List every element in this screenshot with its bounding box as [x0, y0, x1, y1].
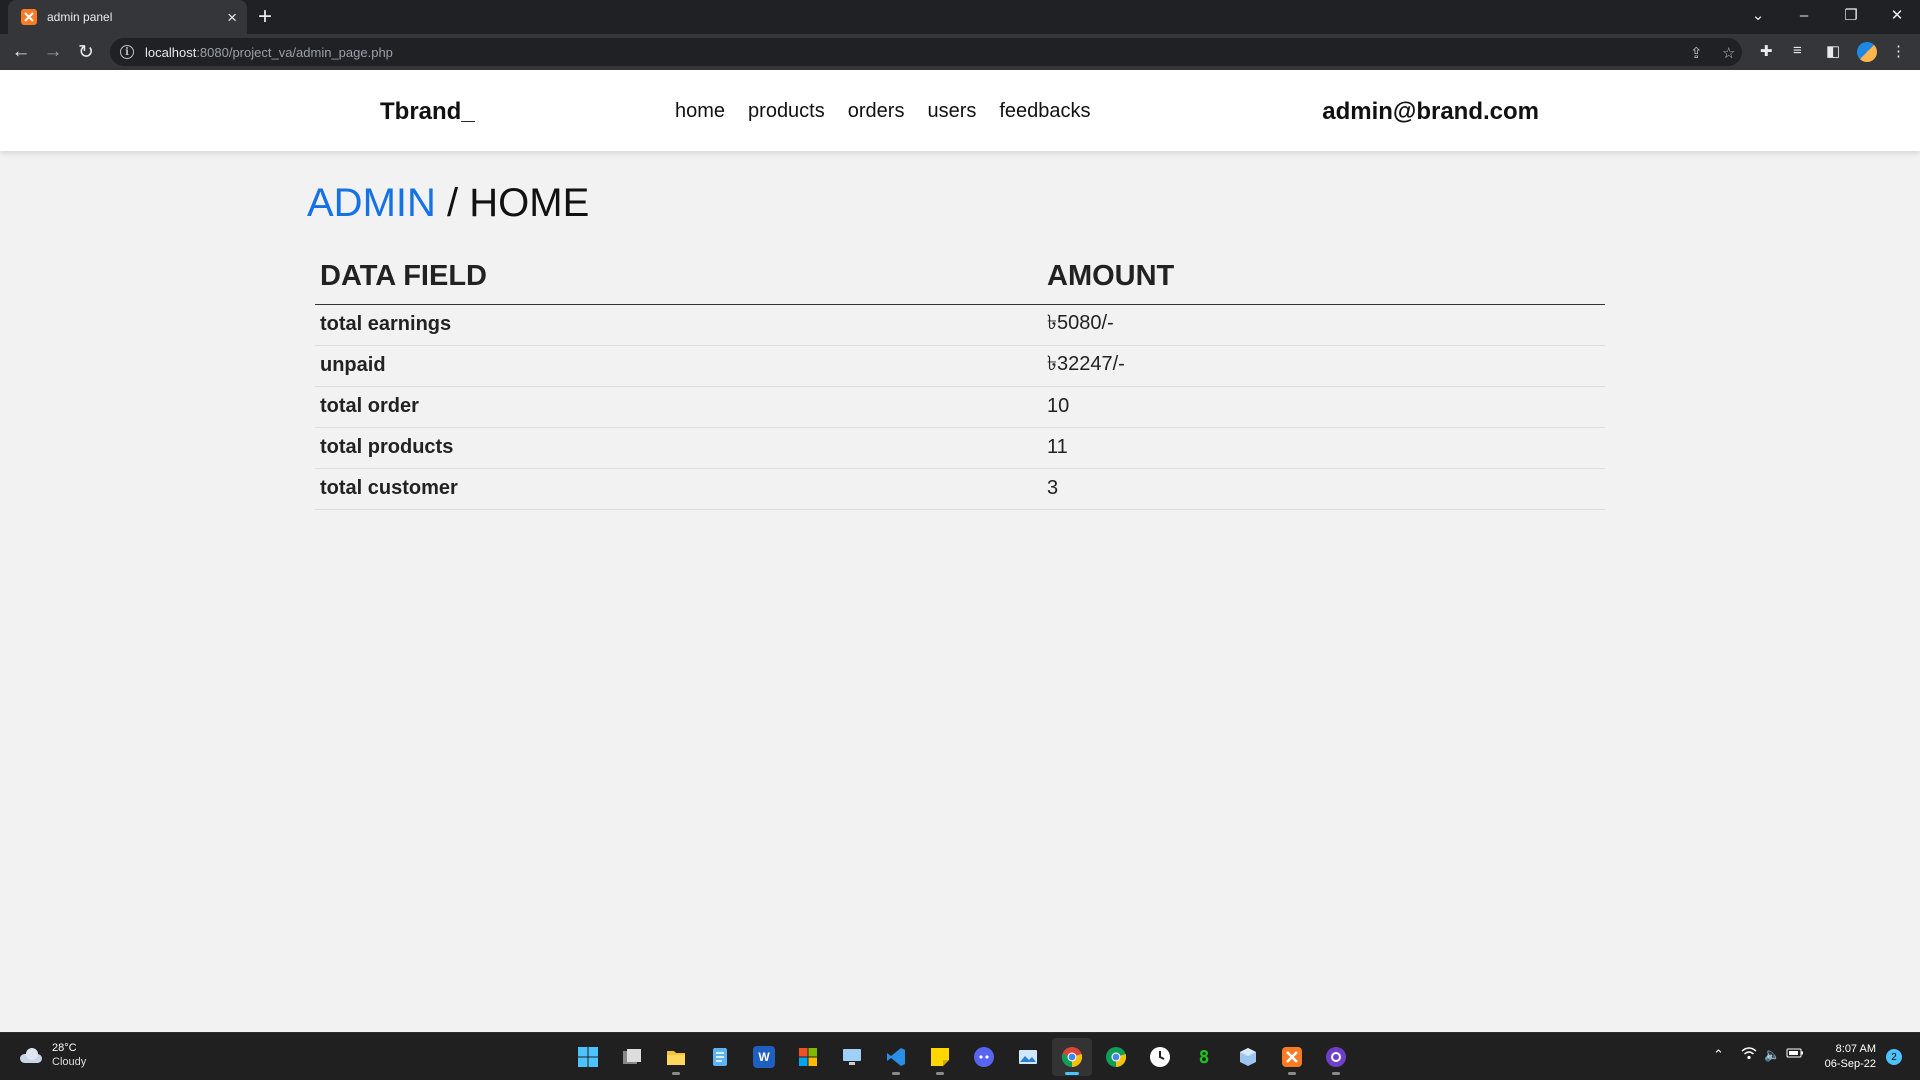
row-amount: ৳5080/-: [1042, 304, 1605, 346]
table-row: total earnings ৳5080/-: [315, 304, 1605, 346]
close-tab-icon[interactable]: ×: [227, 9, 237, 26]
nav-feedbacks[interactable]: feedbacks: [999, 100, 1090, 123]
photos-icon[interactable]: [1008, 1038, 1048, 1076]
address-bar[interactable]: i localhost:8080/project_va/admin_page.p…: [110, 38, 1742, 66]
weather-desc: Cloudy: [52, 1056, 87, 1068]
xampp-favicon-icon: [21, 9, 37, 25]
tab-title: admin panel: [47, 10, 113, 24]
brand-logo[interactable]: Tbrand_: [380, 98, 475, 126]
back-icon[interactable]: ←: [6, 34, 36, 70]
row-field: total earnings: [315, 304, 1042, 346]
media-control-icon[interactable]: ≡: [1793, 42, 1802, 59]
system-clock[interactable]: 8:07 AM 06-Sep-22: [1806, 1042, 1876, 1072]
admin-email[interactable]: admin@brand.com: [1322, 98, 1539, 126]
forward-icon[interactable]: →: [38, 34, 68, 70]
vscode-icon[interactable]: [876, 1038, 916, 1076]
site-info-icon[interactable]: i: [120, 45, 134, 59]
breadcrumb-admin: ADMIN: [307, 181, 436, 225]
sticky-notes-icon[interactable]: [920, 1038, 960, 1076]
breadcrumb-home: HOME: [469, 181, 590, 225]
notification-badge[interactable]: 2: [1886, 1049, 1902, 1065]
clock-icon[interactable]: [1140, 1038, 1180, 1076]
extensions-icon[interactable]: ✚: [1760, 42, 1773, 60]
url-text[interactable]: localhost:8080/project_va/admin_page.php: [145, 45, 393, 60]
row-field: total products: [315, 427, 1042, 469]
taskbar-apps: W 8: [568, 1038, 1356, 1076]
virtualbox-icon[interactable]: [1228, 1038, 1268, 1076]
row-amount: 3: [1042, 468, 1605, 510]
column-header-data-field: DATA FIELD: [315, 252, 1042, 305]
browser-tabstrip: admin panel × + ⌄ – ❐ ✕: [0, 0, 1920, 34]
stats-table: DATA FIELD AMOUNT total earnings ৳5080/-…: [315, 252, 1605, 510]
share-icon[interactable]: ⇪: [1690, 44, 1703, 62]
row-field: total order: [315, 386, 1042, 428]
task-view-icon[interactable]: [612, 1038, 652, 1076]
row-amount: 10: [1042, 386, 1605, 428]
row-amount: 11: [1042, 427, 1605, 469]
clock-time: 8:07 AM: [1835, 1043, 1876, 1055]
row-amount: ৳32247/-: [1042, 345, 1605, 387]
cloud-icon: [18, 1047, 44, 1063]
table-row: total products 11: [315, 427, 1605, 469]
tab-admin-panel[interactable]: admin panel ×: [8, 0, 247, 34]
page-title: ADMIN / HOME: [307, 181, 589, 226]
tab-search-icon[interactable]: ⌄: [1736, 0, 1780, 30]
remote-desktop-icon[interactable]: [832, 1038, 872, 1076]
nav-orders[interactable]: orders: [848, 100, 905, 123]
menu-kebab-icon[interactable]: ⋮: [1891, 42, 1906, 60]
microsoft-store-icon[interactable]: [788, 1038, 828, 1076]
windows-start-icon[interactable]: [568, 1038, 608, 1076]
weather-widget[interactable]: 28°C Cloudy: [18, 1041, 86, 1069]
browser-toolbar: ← → ↻ i localhost:8080/project_va/admin_…: [0, 34, 1920, 70]
table-row: total order 10: [315, 386, 1605, 428]
reload-icon[interactable]: ↻: [71, 34, 101, 70]
discord-icon[interactable]: [964, 1038, 1004, 1076]
main-nav: home products orders users feedbacks: [675, 100, 1091, 123]
nav-products[interactable]: products: [748, 100, 825, 123]
new-tab-icon[interactable]: +: [258, 3, 272, 31]
restore-icon[interactable]: ❐: [1829, 0, 1873, 30]
word-icon[interactable]: W: [744, 1038, 784, 1076]
row-field: unpaid: [315, 345, 1042, 387]
wifi-icon[interactable]: [1741, 1047, 1757, 1063]
xampp-icon[interactable]: [1272, 1038, 1312, 1076]
column-header-amount: AMOUNT: [1042, 252, 1605, 305]
clock-date: 06-Sep-22: [1824, 1058, 1876, 1070]
row-field: total customer: [315, 468, 1042, 510]
windows-taskbar: 28°C Cloudy W 8 ⌃ 🔈 8:07 AM 06-Sep-22 2: [0, 1032, 1920, 1080]
volume-icon[interactable]: 🔈: [1764, 1047, 1780, 1063]
chrome-alt-icon[interactable]: [1096, 1038, 1136, 1076]
close-window-icon[interactable]: ✕: [1875, 0, 1919, 30]
terminal-icon[interactable]: 8: [1184, 1038, 1224, 1076]
nav-home[interactable]: home: [675, 100, 725, 123]
weather-temp: 28°C: [52, 1042, 77, 1054]
breadcrumb-separator: /: [447, 181, 459, 225]
profile-avatar[interactable]: [1857, 42, 1877, 62]
table-row: unpaid ৳32247/-: [315, 345, 1605, 387]
side-panel-icon[interactable]: ◧: [1826, 42, 1840, 60]
chrome-icon[interactable]: [1052, 1038, 1092, 1076]
nav-users[interactable]: users: [927, 100, 976, 123]
github-desktop-icon[interactable]: [1316, 1038, 1356, 1076]
bookmark-star-icon[interactable]: ☆: [1722, 44, 1735, 62]
file-explorer-icon[interactable]: [656, 1038, 696, 1076]
table-header-row: DATA FIELD AMOUNT: [315, 252, 1605, 305]
battery-icon[interactable]: [1786, 1047, 1804, 1062]
minimize-icon[interactable]: –: [1782, 0, 1826, 30]
table-row: total customer 3: [315, 468, 1605, 510]
site-header: Tbrand_ home products orders users feedb…: [0, 70, 1920, 151]
chevron-up-icon[interactable]: ⌃: [1713, 1047, 1724, 1063]
notepad-icon[interactable]: [700, 1038, 740, 1076]
